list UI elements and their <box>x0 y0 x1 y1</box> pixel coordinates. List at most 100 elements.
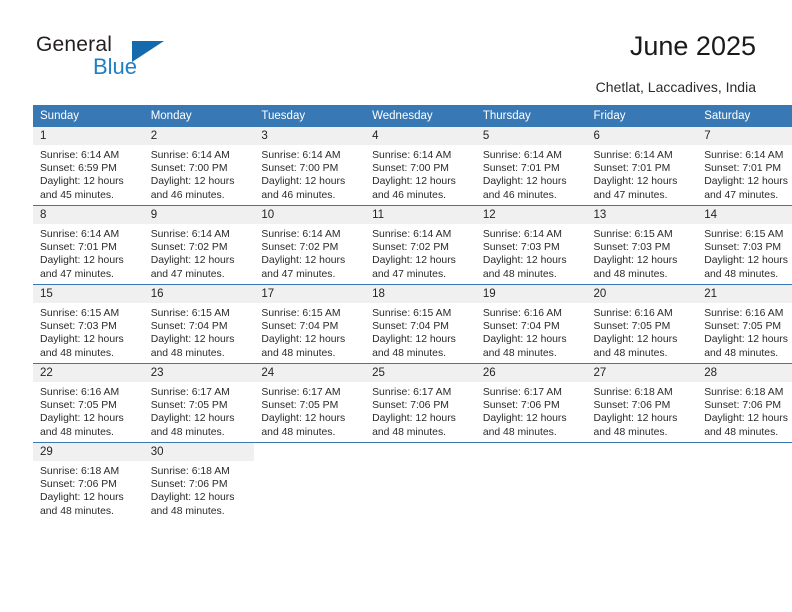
sunset-text: Sunset: 7:05 PM <box>40 400 117 412</box>
sunrise-text: Sunrise: 6:14 AM <box>704 150 784 161</box>
day-number <box>365 443 476 461</box>
day-sun-info: Sunrise: 6:14 AM Sunset: 7:00 PM Daylight:… <box>144 145 255 202</box>
daylight-text-line2: and 48 minutes. <box>593 268 668 280</box>
day-number: 30 <box>143 443 255 461</box>
sunrise-text: Sunrise: 6:18 AM <box>40 466 120 477</box>
calendar-day-cell[interactable]: 25 Sunrise: 6:17 AM Sunset: 7:06 PM Dayligh… <box>365 363 476 443</box>
calendar-day-cell[interactable]: 16 Sunrise: 6:15 AM Sunset: 7:04 PM Dayligh… <box>143 284 255 364</box>
calendar-day-cell[interactable]: 7 Sunrise: 6:14 AM Sunset: 7:01 PM Daylight… <box>697 127 792 206</box>
sunset-text: Sunset: 7:03 PM <box>593 242 671 254</box>
daylight-text-line2: and 48 minutes. <box>372 347 447 359</box>
weekday-header-sunday: Sunday <box>33 105 144 127</box>
calendar-day-cell[interactable]: 4 Sunrise: 6:14 AM Sunset: 7:00 PM Daylight… <box>365 127 476 206</box>
day-number <box>476 443 587 461</box>
day-number: 18 <box>365 285 476 303</box>
calendar-day-cell[interactable]: 19 Sunrise: 6:16 AM Sunset: 7:04 PM Dayligh… <box>475 284 587 364</box>
day-number <box>587 443 698 461</box>
day-number: 21 <box>697 285 792 303</box>
sunrise-text: Sunrise: 6:15 AM <box>261 308 341 319</box>
calendar-day-cell[interactable]: 12 Sunrise: 6:14 AM Sunset: 7:03 PM Dayligh… <box>475 205 587 285</box>
day-sun-info: Sunrise: 6:18 AM Sunset: 7:06 PM Daylight:… <box>587 382 698 439</box>
daylight-text-line2: and 48 minutes. <box>150 426 225 438</box>
daylight-text-line2: and 48 minutes. <box>40 505 114 517</box>
daylight-text-line2: and 48 minutes. <box>482 426 557 438</box>
calendar-day-cell[interactable]: 23 Sunrise: 6:17 AM Sunset: 7:05 PM Dayligh… <box>143 363 255 443</box>
calendar-day-cell[interactable]: 6 Sunrise: 6:14 AM Sunset: 7:01 PM Daylight… <box>586 127 698 206</box>
calendar-day-cell[interactable]: 3 Sunrise: 6:14 AM Sunset: 7:00 PM Daylight… <box>254 127 366 206</box>
calendar-week-row: 29 Sunrise: 6:18 AM Sunset: 7:06 PM Dayligh… <box>33 442 792 521</box>
daylight-text-line2: and 48 minutes. <box>593 426 668 438</box>
calendar-week-row: 8 Sunrise: 6:14 AM Sunset: 7:01 PM Daylight… <box>33 205 792 285</box>
daylight-text-line1: Daylight: 12 hours <box>150 413 235 425</box>
calendar-day-cell[interactable]: 28 Sunrise: 6:18 AM Sunset: 7:06 PM Dayligh… <box>697 363 792 443</box>
calendar-day-cell[interactable]: 18 Sunrise: 6:15 AM Sunset: 7:04 PM Dayligh… <box>365 284 476 364</box>
calendar-day-cell[interactable]: 22 Sunrise: 6:16 AM Sunset: 7:05 PM Dayligh… <box>33 363 144 443</box>
daylight-text-line1: Daylight: 12 hours <box>150 334 235 346</box>
calendar-day-cell[interactable]: 9 Sunrise: 6:14 AM Sunset: 7:02 PM Daylight… <box>143 205 255 285</box>
daylight-text-line1: Daylight: 12 hours <box>593 334 678 346</box>
calendar-day-cell[interactable]: 30 Sunrise: 6:18 AM Sunset: 7:06 PM Dayligh… <box>143 442 255 521</box>
calendar-day-cell[interactable]: 11 Sunrise: 6:14 AM Sunset: 7:02 PM Dayligh… <box>365 205 476 285</box>
day-sun-info: Sunrise: 6:18 AM Sunset: 7:06 PM Daylight:… <box>33 461 144 518</box>
calendar-day-cell[interactable]: 8 Sunrise: 6:14 AM Sunset: 7:01 PM Daylight… <box>33 205 144 285</box>
sunset-text: Sunset: 7:05 PM <box>593 321 671 333</box>
sunset-text: Sunset: 7:03 PM <box>40 321 117 333</box>
day-sun-info: Sunrise: 6:14 AM Sunset: 7:01 PM Daylight:… <box>33 224 144 281</box>
daylight-text-line2: and 48 minutes. <box>40 426 114 438</box>
calendar-header-row: Sunday Monday Tuesday Wednesday Thursday… <box>33 105 792 127</box>
sunset-text: Sunset: 7:04 PM <box>482 321 560 333</box>
daylight-text-line1: Daylight: 12 hours <box>482 255 567 267</box>
day-sun-info: Sunrise: 6:14 AM Sunset: 7:02 PM Daylight:… <box>144 224 255 281</box>
daylight-text-line2: and 48 minutes. <box>482 347 557 359</box>
calendar-week-row: 22 Sunrise: 6:16 AM Sunset: 7:05 PM Dayligh… <box>33 363 792 443</box>
daylight-text-line1: Daylight: 12 hours <box>372 255 456 267</box>
sunrise-text: Sunrise: 6:15 AM <box>372 308 452 319</box>
daylight-text-line1: Daylight: 12 hours <box>40 334 124 346</box>
sunrise-text: Sunrise: 6:17 AM <box>150 387 230 398</box>
daylight-text-line1: Daylight: 12 hours <box>372 334 456 346</box>
daylight-text-line2: and 48 minutes. <box>40 347 114 359</box>
day-number: 26 <box>475 364 587 382</box>
calendar-day-cell[interactable]: 21 Sunrise: 6:16 AM Sunset: 7:05 PM Dayligh… <box>697 284 792 364</box>
weekday-header-thursday: Thursday <box>475 105 587 127</box>
calendar-day-cell[interactable]: 17 Sunrise: 6:15 AM Sunset: 7:04 PM Dayligh… <box>254 284 366 364</box>
calendar-day-cell[interactable]: 27 Sunrise: 6:18 AM Sunset: 7:06 PM Dayligh… <box>586 363 698 443</box>
daylight-text-line2: and 46 minutes. <box>261 189 336 201</box>
sunset-text: Sunset: 7:05 PM <box>150 400 228 412</box>
generalblue-logo[interactable]: General Blue <box>36 33 186 83</box>
calendar-day-cell[interactable]: 5 Sunrise: 6:14 AM Sunset: 7:01 PM Daylight… <box>475 127 587 206</box>
daylight-text-line1: Daylight: 12 hours <box>261 255 346 267</box>
calendar-day-cell[interactable]: 10 Sunrise: 6:14 AM Sunset: 7:02 PM Dayligh… <box>254 205 366 285</box>
sunrise-text: Sunrise: 6:14 AM <box>482 150 562 161</box>
daylight-text-line1: Daylight: 12 hours <box>704 413 788 425</box>
sunset-text: Sunset: 7:02 PM <box>150 242 228 254</box>
calendar-day-cell[interactable]: 26 Sunrise: 6:17 AM Sunset: 7:06 PM Dayligh… <box>475 363 587 443</box>
sunrise-text: Sunrise: 6:14 AM <box>482 229 562 240</box>
day-sun-info: Sunrise: 6:14 AM Sunset: 7:01 PM Daylight:… <box>587 145 698 202</box>
calendar-day-cell[interactable]: 1 Sunrise: 6:14 AM Sunset: 6:59 PM Daylight… <box>33 127 144 206</box>
calendar-day-cell[interactable]: 24 Sunrise: 6:17 AM Sunset: 7:05 PM Dayligh… <box>254 363 366 443</box>
day-sun-info: Sunrise: 6:14 AM Sunset: 7:00 PM Daylight:… <box>365 145 476 202</box>
weekday-header-friday: Friday <box>586 105 698 127</box>
sunrise-text: Sunrise: 6:18 AM <box>593 387 673 398</box>
day-sun-info: Sunrise: 6:15 AM Sunset: 7:03 PM Daylight:… <box>33 303 144 360</box>
sunset-text: Sunset: 7:06 PM <box>150 479 228 491</box>
calendar-day-cell-empty <box>475 442 587 521</box>
sunset-text: Sunset: 7:02 PM <box>261 242 339 254</box>
calendar-day-cell[interactable]: 2 Sunrise: 6:14 AM Sunset: 7:00 PM Daylight… <box>143 127 255 206</box>
calendar-day-cell[interactable]: 29 Sunrise: 6:18 AM Sunset: 7:06 PM Dayligh… <box>33 442 144 521</box>
day-number: 13 <box>586 206 698 224</box>
sunrise-text: Sunrise: 6:14 AM <box>261 229 341 240</box>
sunset-text: Sunset: 7:06 PM <box>593 400 671 412</box>
calendar-day-cell[interactable]: 14 Sunrise: 6:15 AM Sunset: 7:03 PM Dayligh… <box>697 205 792 285</box>
calendar-day-cell[interactable]: 15 Sunrise: 6:15 AM Sunset: 7:03 PM Dayligh… <box>33 284 144 364</box>
sunrise-text: Sunrise: 6:14 AM <box>593 150 673 161</box>
calendar-table: Sunday Monday Tuesday Wednesday Thursday… <box>33 105 792 521</box>
calendar-day-cell[interactable]: 20 Sunrise: 6:16 AM Sunset: 7:05 PM Dayligh… <box>586 284 698 364</box>
sunrise-text: Sunrise: 6:18 AM <box>150 466 230 477</box>
calendar-day-cell-empty <box>365 442 476 521</box>
calendar-day-cell[interactable]: 13 Sunrise: 6:15 AM Sunset: 7:03 PM Dayligh… <box>586 205 698 285</box>
daylight-text-line2: and 47 minutes. <box>40 268 114 280</box>
day-sun-info: Sunrise: 6:14 AM Sunset: 7:02 PM Daylight:… <box>365 224 476 281</box>
logo-text-blue: Blue <box>93 54 138 79</box>
